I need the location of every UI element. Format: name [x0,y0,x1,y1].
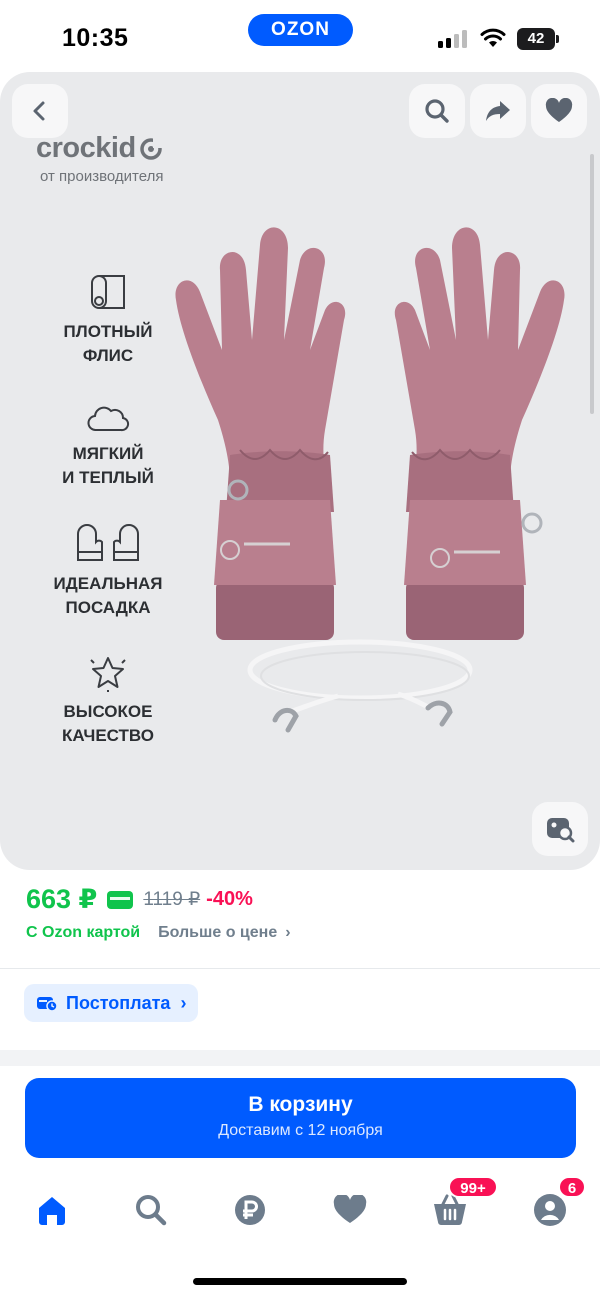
chevron-right-icon: › [180,992,187,1013]
ruble-icon [235,1195,265,1225]
price-row: 663 ₽ 1119 ₽ -40% [26,884,253,915]
profile-notification-badge: 6 [558,1176,586,1198]
postpay-chip[interactable]: Постоплата › [24,984,199,1022]
brand-logo: crockid [36,132,163,165]
ozon-card-icon [107,890,134,909]
share-arrow-icon [486,101,510,121]
delivery-date-label: Доставим с 12 ноября [218,1122,383,1139]
visual-search-button[interactable] [532,802,588,856]
divider [0,968,600,969]
search-icon [425,99,449,123]
price-subline: С Ozon картой Больше о цене › [26,924,291,942]
price-old: 1119 ₽ [143,889,201,910]
back-button[interactable] [12,84,68,138]
search-icon [136,1195,167,1226]
home-icon [39,1197,65,1225]
ozon-card-label: С Ozon картой [26,924,141,941]
battery-indicator: 42 [517,28,559,50]
share-button[interactable] [470,84,526,138]
chevron-left-icon [33,101,45,121]
ozon-app-pill[interactable]: OZON [248,14,353,46]
add-to-cart-button[interactable]: В корзину Доставим с 12 ноября [25,1078,576,1158]
postpay-label: Постоплата [66,992,171,1013]
nav-home[interactable] [32,1190,72,1230]
status-bar: 10:35 OZON 42 [0,0,600,72]
brand-name: crockid [36,132,136,164]
price-current: 663 ₽ [26,884,98,914]
star-icon [90,657,126,692]
product-image-gloves [175,227,565,733]
chevron-right-icon[interactable]: › [285,924,290,942]
nav-favorites[interactable] [330,1190,370,1230]
cart-count-badge: 99+ [448,1176,498,1198]
nav-payments[interactable] [230,1190,270,1230]
fleece-roll-icon [91,275,125,309]
wallet-clock-icon [37,997,58,1012]
brand-subtitle: от производителя [40,168,164,185]
price-discount: -40% [206,888,253,910]
left-glove [175,227,346,640]
gallery-scroll-indicator [590,154,594,414]
search-button[interactable] [409,84,465,138]
cart-icon [434,1194,466,1225]
right-glove [394,227,565,640]
cellular-signal-icon [438,30,468,48]
bottom-navigation [0,1170,600,1250]
elastic-string [247,639,473,733]
profile-icon [534,1194,566,1226]
nav-catalog[interactable] [131,1190,171,1230]
heart-icon [333,1195,367,1223]
product-gallery[interactable]: crockid от производителя ПЛОТНЫЙ ФЛИС МЯ… [0,72,600,870]
section-separator [0,1050,600,1066]
home-indicator[interactable] [193,1278,407,1285]
cloud-icon [87,406,130,432]
favorite-button[interactable] [531,84,587,138]
image-search-icon [547,818,575,843]
add-to-cart-label: В корзину [248,1093,353,1116]
mittens-icon [77,524,139,561]
status-time: 10:35 [62,24,129,52]
wifi-icon [480,28,506,47]
brand-mark-icon [139,137,163,160]
heart-icon [545,98,573,122]
more-about-price-link[interactable]: Больше о цене [158,924,277,942]
